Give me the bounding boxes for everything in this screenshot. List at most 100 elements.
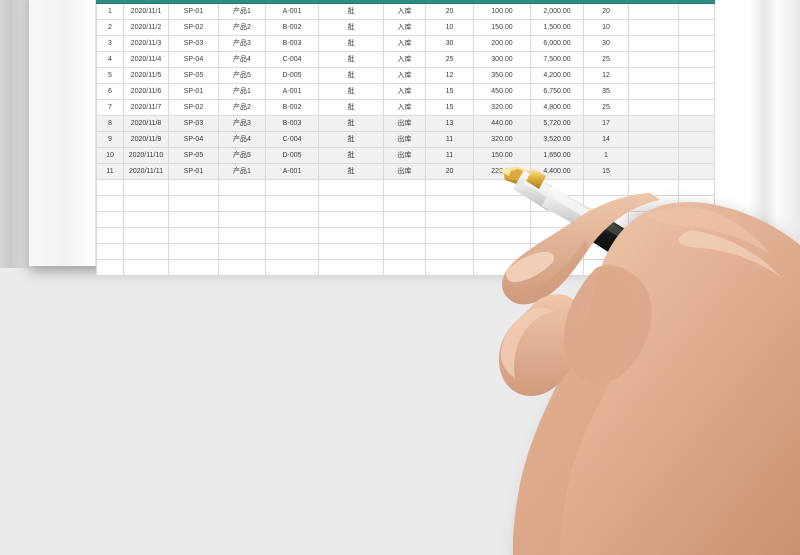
cell-price[interactable]: 100.00 xyxy=(473,3,531,20)
cell-qty[interactable]: 12 xyxy=(425,67,474,84)
cell-qty[interactable]: 30 xyxy=(425,35,474,52)
cell-empty-price[interactable] xyxy=(473,195,531,212)
cell-stock[interactable]: 20 xyxy=(583,3,629,20)
cell-name[interactable]: 产品1 xyxy=(218,163,266,180)
cell-idx[interactable]: 1 xyxy=(96,3,124,20)
cell-empty-price[interactable] xyxy=(473,227,531,244)
table-row[interactable]: 3 2020/11/3 SP-03 产品3 B-003 批入库 30 200.00 6,000.… xyxy=(96,35,715,52)
cell-empty-spec[interactable] xyxy=(265,227,319,244)
cell-note[interactable] xyxy=(678,131,715,148)
table-row[interactable]: 6 2020/11/6 SP-01 产品1 A-001 批入库 15 450.00 6,750.… xyxy=(96,83,715,100)
cell-empty-idx[interactable] xyxy=(96,211,124,228)
cell-stock[interactable]: 14 xyxy=(583,131,629,148)
cell-unit[interactable]: 批 xyxy=(318,163,384,180)
table-row-empty[interactable] xyxy=(96,243,715,260)
cell-empty-amt[interactable] xyxy=(530,179,584,196)
cell-empty-spec[interactable] xyxy=(265,243,319,260)
cell-io[interactable]: 入库 xyxy=(383,99,426,116)
table-row[interactable]: 5 2020/11/5 SP-05 产品5 D-005 批入库 12 350.00 4,200.… xyxy=(96,67,715,84)
table-row[interactable]: 9 2020/11/9 SP-04 产品4 C-004 批出库 11 320.00 3,520.… xyxy=(96,131,715,148)
cell-spec[interactable]: B-002 xyxy=(265,19,319,36)
cell-empty-note[interactable] xyxy=(678,211,715,228)
cell-empty-date[interactable] xyxy=(123,179,169,196)
cell-spec[interactable]: B-003 xyxy=(265,115,319,132)
cell-empty-name[interactable] xyxy=(218,179,266,196)
cell-name[interactable]: 产品5 xyxy=(218,67,266,84)
cell-spec[interactable]: A-001 xyxy=(265,83,319,100)
cell-date[interactable]: 2020/11/1 xyxy=(123,3,169,20)
cell-empty-stock[interactable] xyxy=(583,259,629,276)
cell-empty-amt[interactable] xyxy=(530,259,584,276)
cell-stock[interactable]: 12 xyxy=(583,67,629,84)
cell-empty-qty[interactable] xyxy=(425,259,474,276)
cell-empty-qty[interactable] xyxy=(425,227,474,244)
cell-date[interactable]: 2020/11/5 xyxy=(123,67,169,84)
cell-note[interactable] xyxy=(678,163,715,180)
cell-stock[interactable]: 25 xyxy=(583,99,629,116)
cell-price[interactable]: 440.00 xyxy=(473,115,531,132)
cell-io[interactable]: 出库 xyxy=(383,131,426,148)
cell-unit[interactable]: 批 xyxy=(318,83,384,100)
cell-empty-note[interactable] xyxy=(678,259,715,276)
cell-note[interactable] xyxy=(678,147,715,164)
cell-empty-amt[interactable] xyxy=(530,243,584,260)
cell-empty-name[interactable] xyxy=(218,259,266,276)
cell-qty[interactable]: 15 xyxy=(425,99,474,116)
cell-oper[interactable] xyxy=(628,19,679,36)
cell-io[interactable]: 入库 xyxy=(383,35,426,52)
cell-idx[interactable]: 2 xyxy=(96,19,124,36)
cell-unit[interactable]: 批 xyxy=(318,51,384,68)
cell-empty-io[interactable] xyxy=(383,211,426,228)
cell-empty-name[interactable] xyxy=(218,243,266,260)
cell-io[interactable]: 出库 xyxy=(383,115,426,132)
cell-empty-stock[interactable] xyxy=(583,195,629,212)
cell-date[interactable]: 2020/11/9 xyxy=(123,131,169,148)
cell-oper[interactable] xyxy=(628,35,679,52)
cell-qty[interactable]: 11 xyxy=(425,131,474,148)
cell-name[interactable]: 产品3 xyxy=(218,35,266,52)
cell-amt[interactable]: 3,520.00 xyxy=(530,131,584,148)
cell-oper[interactable] xyxy=(628,3,679,20)
cell-price[interactable]: 320.00 xyxy=(473,99,531,116)
cell-code[interactable]: SP-03 xyxy=(168,35,219,52)
cell-date[interactable]: 2020/11/2 xyxy=(123,19,169,36)
cell-spec[interactable]: A-001 xyxy=(265,3,319,20)
table-row[interactable]: 10 2020/11/10 SP-05 产品5 D-005 批出库 11 150.00 1,65… xyxy=(96,147,715,164)
cell-empty-name[interactable] xyxy=(218,195,266,212)
cell-oper[interactable] xyxy=(628,67,679,84)
cell-spec[interactable]: B-003 xyxy=(265,35,319,52)
table-body[interactable]: 1 2020/11/1 SP-01 产品1 A-001 批入库 20 100.00 2,000.… xyxy=(96,3,715,276)
cell-name[interactable]: 产品4 xyxy=(218,131,266,148)
cell-note[interactable] xyxy=(678,99,715,116)
cell-stock[interactable]: 17 xyxy=(583,115,629,132)
cell-stock[interactable]: 10 xyxy=(583,19,629,36)
cell-qty[interactable]: 20 xyxy=(425,3,474,20)
cell-oper[interactable] xyxy=(628,83,679,100)
cell-empty-name[interactable] xyxy=(218,227,266,244)
table-row[interactable]: 7 2020/11/7 SP-02 产品2 B-002 批入库 15 320.00 4,800.… xyxy=(96,99,715,116)
cell-amt[interactable]: 6,750.00 xyxy=(530,83,584,100)
cell-empty-spec[interactable] xyxy=(265,211,319,228)
cell-date[interactable]: 2020/11/3 xyxy=(123,35,169,52)
cell-qty[interactable]: 25 xyxy=(425,51,474,68)
cell-amt[interactable]: 1,500.00 xyxy=(530,19,584,36)
cell-empty-qty[interactable] xyxy=(425,195,474,212)
cell-price[interactable]: 350.00 xyxy=(473,67,531,84)
table-row-empty[interactable] xyxy=(96,227,715,244)
cell-price[interactable]: 150.00 xyxy=(473,147,531,164)
cell-qty[interactable]: 13 xyxy=(425,115,474,132)
cell-empty-unit[interactable] xyxy=(318,227,384,244)
cell-empty-amt[interactable] xyxy=(530,195,584,212)
cell-idx[interactable]: 9 xyxy=(96,131,124,148)
cell-empty-price[interactable] xyxy=(473,243,531,260)
cell-unit[interactable]: 批 xyxy=(318,115,384,132)
cell-idx[interactable]: 7 xyxy=(96,99,124,116)
cell-empty-unit[interactable] xyxy=(318,243,384,260)
cell-code[interactable]: SP-03 xyxy=(168,115,219,132)
table-row[interactable]: 2 2020/11/2 SP-02 产品2 B-002 批入库 10 150.00 1,500.… xyxy=(96,19,715,36)
cell-price[interactable]: 320.00 xyxy=(473,131,531,148)
table-row[interactable]: 1 2020/11/1 SP-01 产品1 A-001 批入库 20 100.00 2,000.… xyxy=(96,3,715,20)
table-row-empty[interactable] xyxy=(96,195,715,212)
cell-price[interactable]: 300.00 xyxy=(473,51,531,68)
cell-empty-io[interactable] xyxy=(383,195,426,212)
